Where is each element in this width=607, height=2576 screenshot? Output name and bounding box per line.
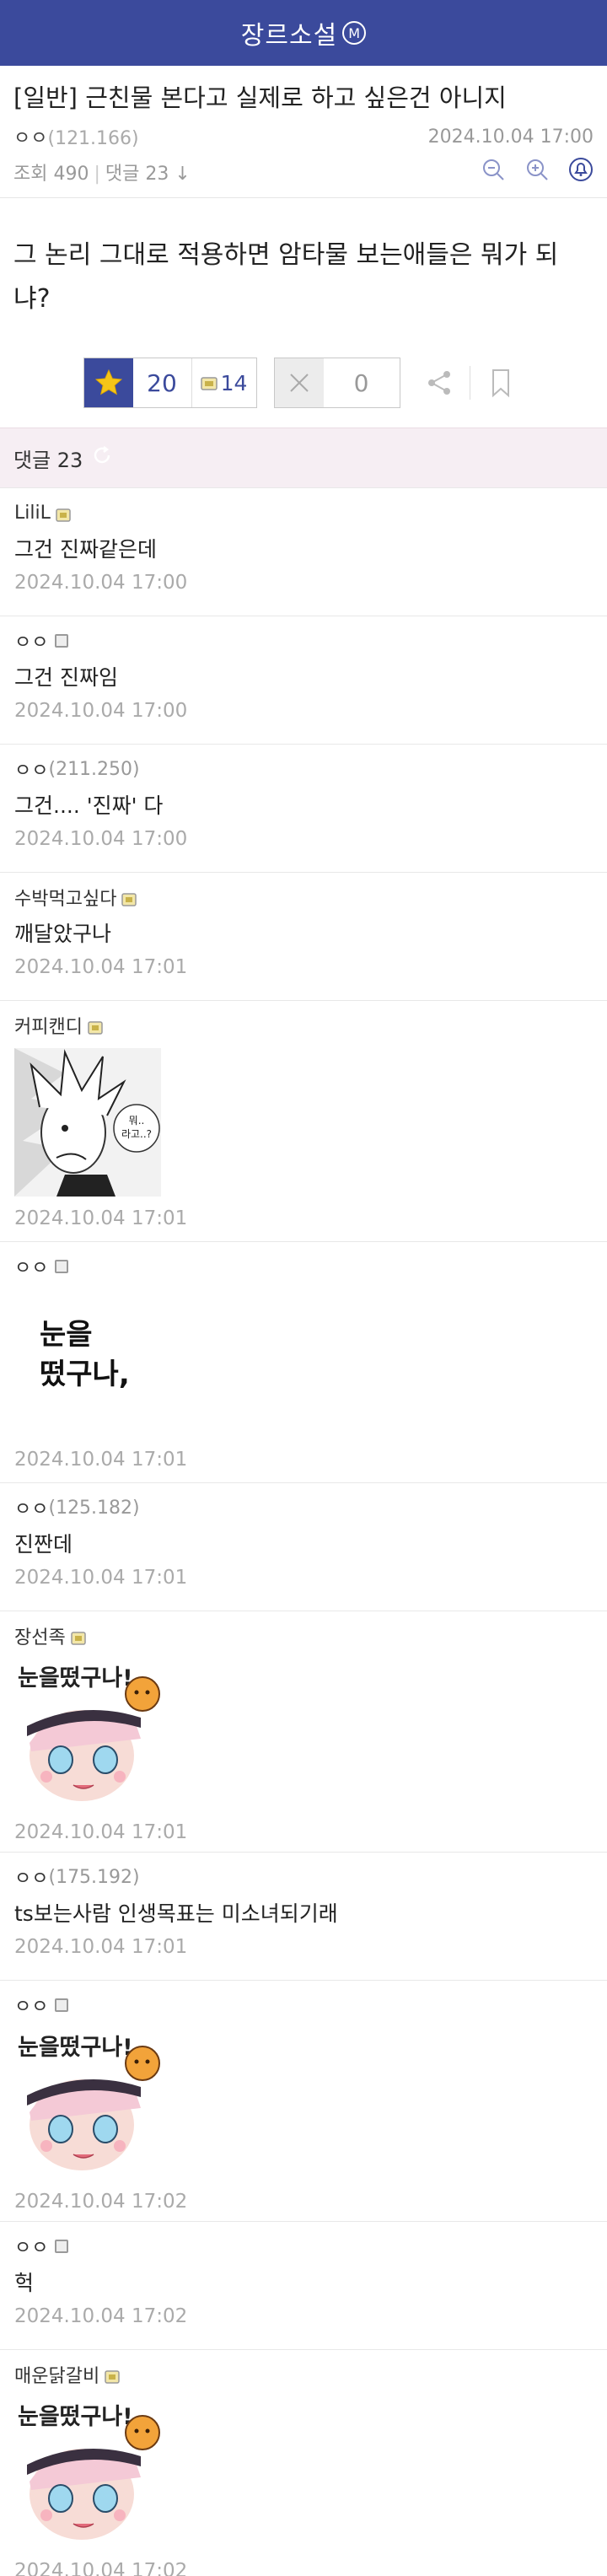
minor-gallery-badge: M (342, 21, 367, 45)
comment-item: 커피캔디 뭐.. 라고..? 2024.10.04 17:01 (0, 1001, 607, 1242)
comment-item: LiliL 그건 진짜같은데 2024.10.04 17:00 (0, 488, 607, 616)
zoom-out-icon[interactable] (481, 157, 506, 187)
half-fixed-user-icon (55, 634, 69, 648)
comment-item: 장선족 눈을떴구나! 2024.10.04 17:01 (0, 1611, 607, 1853)
comment-author[interactable]: 커피캔디 (14, 1012, 83, 1039)
comment-text: 그건.... '진짜' 다 (14, 793, 164, 818)
fixed-user-icon (88, 1019, 103, 1035)
post-date: 2024.10.04 17:00 (427, 126, 594, 148)
sticker-caption: 눈을떴구나! (18, 1665, 133, 1691)
comment-item: ㅇㅇ (211.250) 그건.... '진짜' 다 2024.10.04 17:… (0, 745, 607, 873)
refresh-icon[interactable] (91, 444, 113, 471)
image-caption-line1: 뭐.. (129, 1115, 145, 1127)
comment-author[interactable]: ㅇㅇ (14, 627, 48, 654)
comment-item: 매운닭갈비 눈을떴구나! 2024.10.04 17:02 (0, 2350, 607, 2576)
comment-date: 2024.10.04 17:01 (14, 956, 188, 978)
comment-author[interactable]: 수박먹고싶다 (14, 884, 116, 911)
comment-date: 2024.10.04 17:01 (14, 1449, 188, 1471)
post-body: 그 논리 그대로 적용하면 암타물 보는애들은 뭐가 되냐? (13, 240, 559, 314)
fixed-user-icon (56, 506, 71, 522)
comment-author[interactable]: ㅇㅇ (14, 1863, 48, 1890)
comment-date: 2024.10.04 17:01 (14, 1936, 188, 1958)
comment-text: ts보는사람 인생목표는 미소녀되기래 (14, 1901, 338, 1926)
comment-item: ㅇㅇ (175.192) ts보는사람 인생목표는 미소녀되기래 2024.10.… (0, 1853, 607, 1981)
close-icon (274, 358, 324, 407)
comment-item: ㅇㅇ (125.182) 진짠데 2024.10.04 17:01 (0, 1483, 607, 1611)
downvote-count: 0 (353, 368, 369, 397)
fixed-user-icon (200, 371, 218, 395)
comment-author[interactable]: ㅇㅇ (14, 1494, 48, 1521)
comment-sticker[interactable]: 눈을떴구나! (14, 1659, 594, 1814)
comment-author[interactable]: LiliL (14, 503, 51, 524)
comment-date: 2024.10.04 17:01 (14, 1207, 188, 1229)
gallery-title[interactable]: 장르소설 (241, 14, 337, 51)
comment-author[interactable]: ㅇㅇ (14, 1253, 48, 1280)
fixed-user-icon (105, 2368, 120, 2384)
comment-author[interactable]: 장선족 (14, 1622, 66, 1649)
comment-text: 헉 (14, 2271, 35, 2295)
comment-date: 2024.10.04 17:01 (14, 1567, 188, 1589)
post-title: [일반] 근친물 본다고 실제로 하고 싶은건 아니지 (13, 83, 507, 112)
half-fixed-user-icon (55, 2240, 69, 2253)
sticker-caption: 눈을떴구나! (18, 2035, 133, 2061)
comment-item: ㅇㅇ 눈을떴구나! 2024.10.04 17:02 (0, 1981, 607, 2222)
comment-header-label: 댓글 23 (13, 448, 83, 472)
comment-author-ip: (125.182) (48, 1497, 140, 1519)
post-meta: ㅇㅇ(121.166) 2024.10.04 17:00 (13, 123, 594, 150)
share-icon[interactable] (416, 368, 463, 398)
comment-item: ㅇㅇ 그건 진짜임 2024.10.04 17:00 (0, 616, 607, 745)
comment-author[interactable]: ㅇㅇ (14, 1992, 48, 2019)
comment-image[interactable]: 눈을 떴구나, (14, 1289, 594, 1441)
comment-date: 2024.10.04 17:00 (14, 572, 188, 594)
fixed-upvote: 14 (192, 358, 256, 407)
arrow-down-icon[interactable]: ↓ (169, 164, 190, 185)
comment-date: 2024.10.04 17:01 (14, 1821, 188, 1843)
image-caption-line2: 라고..? (121, 1128, 152, 1140)
half-fixed-user-icon (55, 1998, 69, 2012)
sticker-caption: 눈을떴구나! (18, 2404, 133, 2430)
bookmark-icon[interactable] (477, 368, 524, 398)
comment-author-ip: (211.250) (48, 758, 140, 780)
post-stats: 조회 490 | 댓글 23 ↓ (13, 157, 594, 187)
fixed-user-icon (121, 890, 137, 906)
image-caption-line2: 떴구나, (40, 1358, 130, 1391)
zoom-in-icon[interactable] (524, 157, 550, 187)
comment-date: 2024.10.04 17:02 (14, 2305, 188, 2327)
comment-header: 댓글 23 (0, 428, 607, 488)
comment-text: 깨달았구나 (14, 922, 112, 946)
comment-count-link[interactable]: 댓글 23 (105, 164, 169, 185)
comment-author[interactable]: ㅇㅇ (14, 756, 48, 782)
fixed-upvote-count: 14 (220, 370, 248, 395)
comment-text: 그건 진짜임 (14, 665, 118, 690)
image-caption-line1: 눈을 (40, 1318, 93, 1352)
comment-item: ㅇㅇ 눈을 떴구나, 2024.10.04 17:01 (0, 1242, 607, 1483)
downvote-button[interactable]: 0 (273, 358, 400, 408)
comment-text: 그건 진짜같은데 (14, 537, 157, 562)
comment-image[interactable]: 뭐.. 라고..? (14, 1048, 594, 1200)
comment-date: 2024.10.04 17:00 (14, 828, 188, 850)
upvote-button[interactable]: 20 14 (83, 358, 257, 408)
view-count: 조회 490 (13, 164, 89, 185)
comment-author-ip: (175.192) (48, 1866, 140, 1888)
post-header: [일반] 근친물 본다고 실제로 하고 싶은건 아니지 ㅇㅇ(121.166) … (0, 66, 607, 198)
upvote-count: 20 (133, 358, 192, 407)
post-author-ip: (121.166) (47, 128, 139, 149)
fixed-user-icon (70, 1629, 86, 1645)
comment-text: 진짠데 (14, 1532, 73, 1557)
comment-date: 2024.10.04 17:02 (14, 2191, 188, 2213)
comment-sticker[interactable]: 눈을떴구나! (14, 2397, 594, 2552)
comment-author[interactable]: 매운닭갈비 (14, 2361, 99, 2388)
half-fixed-user-icon (55, 1260, 69, 1273)
vote-area: 20 14 0 (0, 355, 607, 411)
top-bar: 장르소설 M (0, 0, 607, 66)
comment-author[interactable]: ㅇㅇ (14, 2233, 48, 2260)
comment-item: ㅇㅇ 헉 2024.10.04 17:02 (0, 2222, 607, 2350)
post-author[interactable]: ㅇㅇ (13, 128, 47, 149)
comment-date: 2024.10.04 17:02 (14, 2560, 188, 2576)
notification-bell-icon[interactable] (568, 157, 594, 187)
star-icon (83, 358, 133, 407)
comment-item: 수박먹고싶다 깨달았구나 2024.10.04 17:01 (0, 873, 607, 1001)
comment-sticker[interactable]: 눈을떴구나! (14, 2028, 594, 2183)
comment-date: 2024.10.04 17:00 (14, 700, 188, 722)
